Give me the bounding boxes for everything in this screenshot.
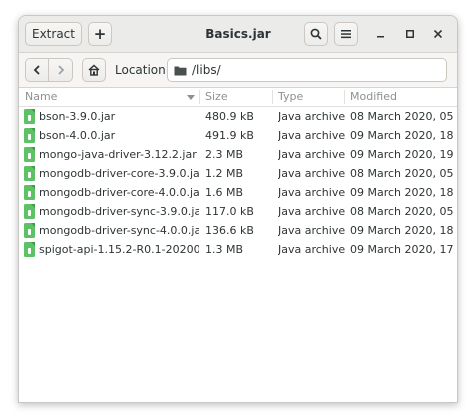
jar-file-icon [24,109,35,124]
file-name: mongodb-driver-sync-3.9.0.jar [39,205,199,218]
extract-button[interactable]: Extract [25,22,82,46]
file-row[interactable]: mongodb-driver-core-3.9.0.jar 1.2 MB Jav… [19,164,457,183]
add-button[interactable]: + [88,22,112,46]
file-size: 136.6 kB [205,224,254,237]
file-row[interactable]: mongo-java-driver-3.12.2.jar 2.3 MB Java… [19,145,457,164]
archive-manager-window: Extract + Basics.jar Location: /libs/ Na… [18,15,458,403]
sort-descending-icon [187,95,195,100]
file-modified: 08 March 2020, 05:… [350,167,454,180]
file-size: 491.9 kB [205,129,254,142]
file-modified: 08 March 2020, 05:… [350,110,454,123]
home-button[interactable] [82,58,106,82]
file-name: bson-4.0.0.jar [39,129,116,142]
maximize-icon [406,30,414,38]
column-header-row: Name Size Type Modified [19,88,457,107]
column-name[interactable]: Name [25,88,57,106]
menu-button[interactable] [334,22,358,46]
file-type: Java archive [278,167,346,180]
file-size: 2.3 MB [205,148,244,161]
column-type[interactable]: Type [278,88,303,106]
file-name: spigot-api-1.15.2-R0.1-202003… [39,243,199,256]
location-label: Location: [115,63,170,77]
jar-file-icon [24,242,35,257]
column-size[interactable]: Size [205,88,228,106]
file-modified: 09 March 2020, 19:12 [350,148,454,161]
file-row[interactable]: spigot-api-1.15.2-R0.1-202003… 1.3 MB Ja… [19,240,457,259]
jar-file-icon [24,204,35,219]
file-type: Java archive [278,148,346,161]
close-button[interactable] [429,25,447,43]
location-entry[interactable]: /libs/ [167,58,447,82]
forward-button[interactable] [49,58,73,82]
file-row[interactable]: bson-3.9.0.jar 480.9 kB Java archive 08 … [19,107,457,126]
minimize-button[interactable] [372,25,390,43]
home-icon [88,64,100,76]
column-modified[interactable]: Modified [350,88,397,106]
jar-file-icon [24,128,35,143]
file-type: Java archive [278,243,346,256]
file-name: mongodb-driver-core-3.9.0.jar [39,167,199,180]
location-toolbar: Location: /libs/ [19,53,457,88]
file-modified: 09 March 2020, 18:31 [350,129,454,142]
chevron-right-icon [57,65,64,75]
back-button[interactable] [25,58,49,82]
add-button-label: + [93,25,107,43]
chevron-left-icon [33,65,40,75]
file-type: Java archive [278,186,346,199]
file-type: Java archive [278,129,346,142]
close-icon [434,30,442,38]
file-name: mongodb-driver-sync-4.0.0.jar [39,224,199,237]
file-type: Java archive [278,224,346,237]
file-name: mongodb-driver-core-4.0.0.jar [39,186,199,199]
file-type: Java archive [278,205,346,218]
file-modified: 09 March 2020, 18:… [350,224,454,237]
file-modified: 08 March 2020, 05:… [350,205,454,218]
file-size: 480.9 kB [205,110,254,123]
jar-file-icon [24,185,35,200]
jar-file-icon [24,166,35,181]
folder-icon [174,66,187,75]
window-title: Basics.jar [205,27,271,41]
search-icon [310,28,322,40]
file-name: mongo-java-driver-3.12.2.jar [39,148,197,161]
extract-button-label: Extract [32,27,75,41]
header-bar: Extract + Basics.jar [19,16,457,53]
file-row[interactable]: mongodb-driver-sync-4.0.0.jar 136.6 kB J… [19,221,457,240]
file-row[interactable]: bson-4.0.0.jar 491.9 kB Java archive 09 … [19,126,457,145]
hamburger-menu-icon [341,30,351,39]
file-size: 1.2 MB [205,167,244,180]
file-row[interactable]: mongodb-driver-core-4.0.0.jar 1.6 MB Jav… [19,183,457,202]
file-modified: 09 March 2020, 17:… [350,243,454,256]
file-size: 1.3 MB [205,243,244,256]
file-size: 1.6 MB [205,186,244,199]
jar-file-icon [24,147,35,162]
file-type: Java archive [278,110,346,123]
search-button[interactable] [304,22,328,46]
maximize-button[interactable] [401,25,419,43]
minimize-icon [377,36,384,38]
file-size: 117.0 kB [205,205,254,218]
location-path: /libs/ [192,63,221,77]
file-row[interactable]: mongodb-driver-sync-3.9.0.jar 117.0 kB J… [19,202,457,221]
file-modified: 09 March 2020, 18:… [350,186,454,199]
file-name: bson-3.9.0.jar [39,110,116,123]
jar-file-icon [24,223,35,238]
